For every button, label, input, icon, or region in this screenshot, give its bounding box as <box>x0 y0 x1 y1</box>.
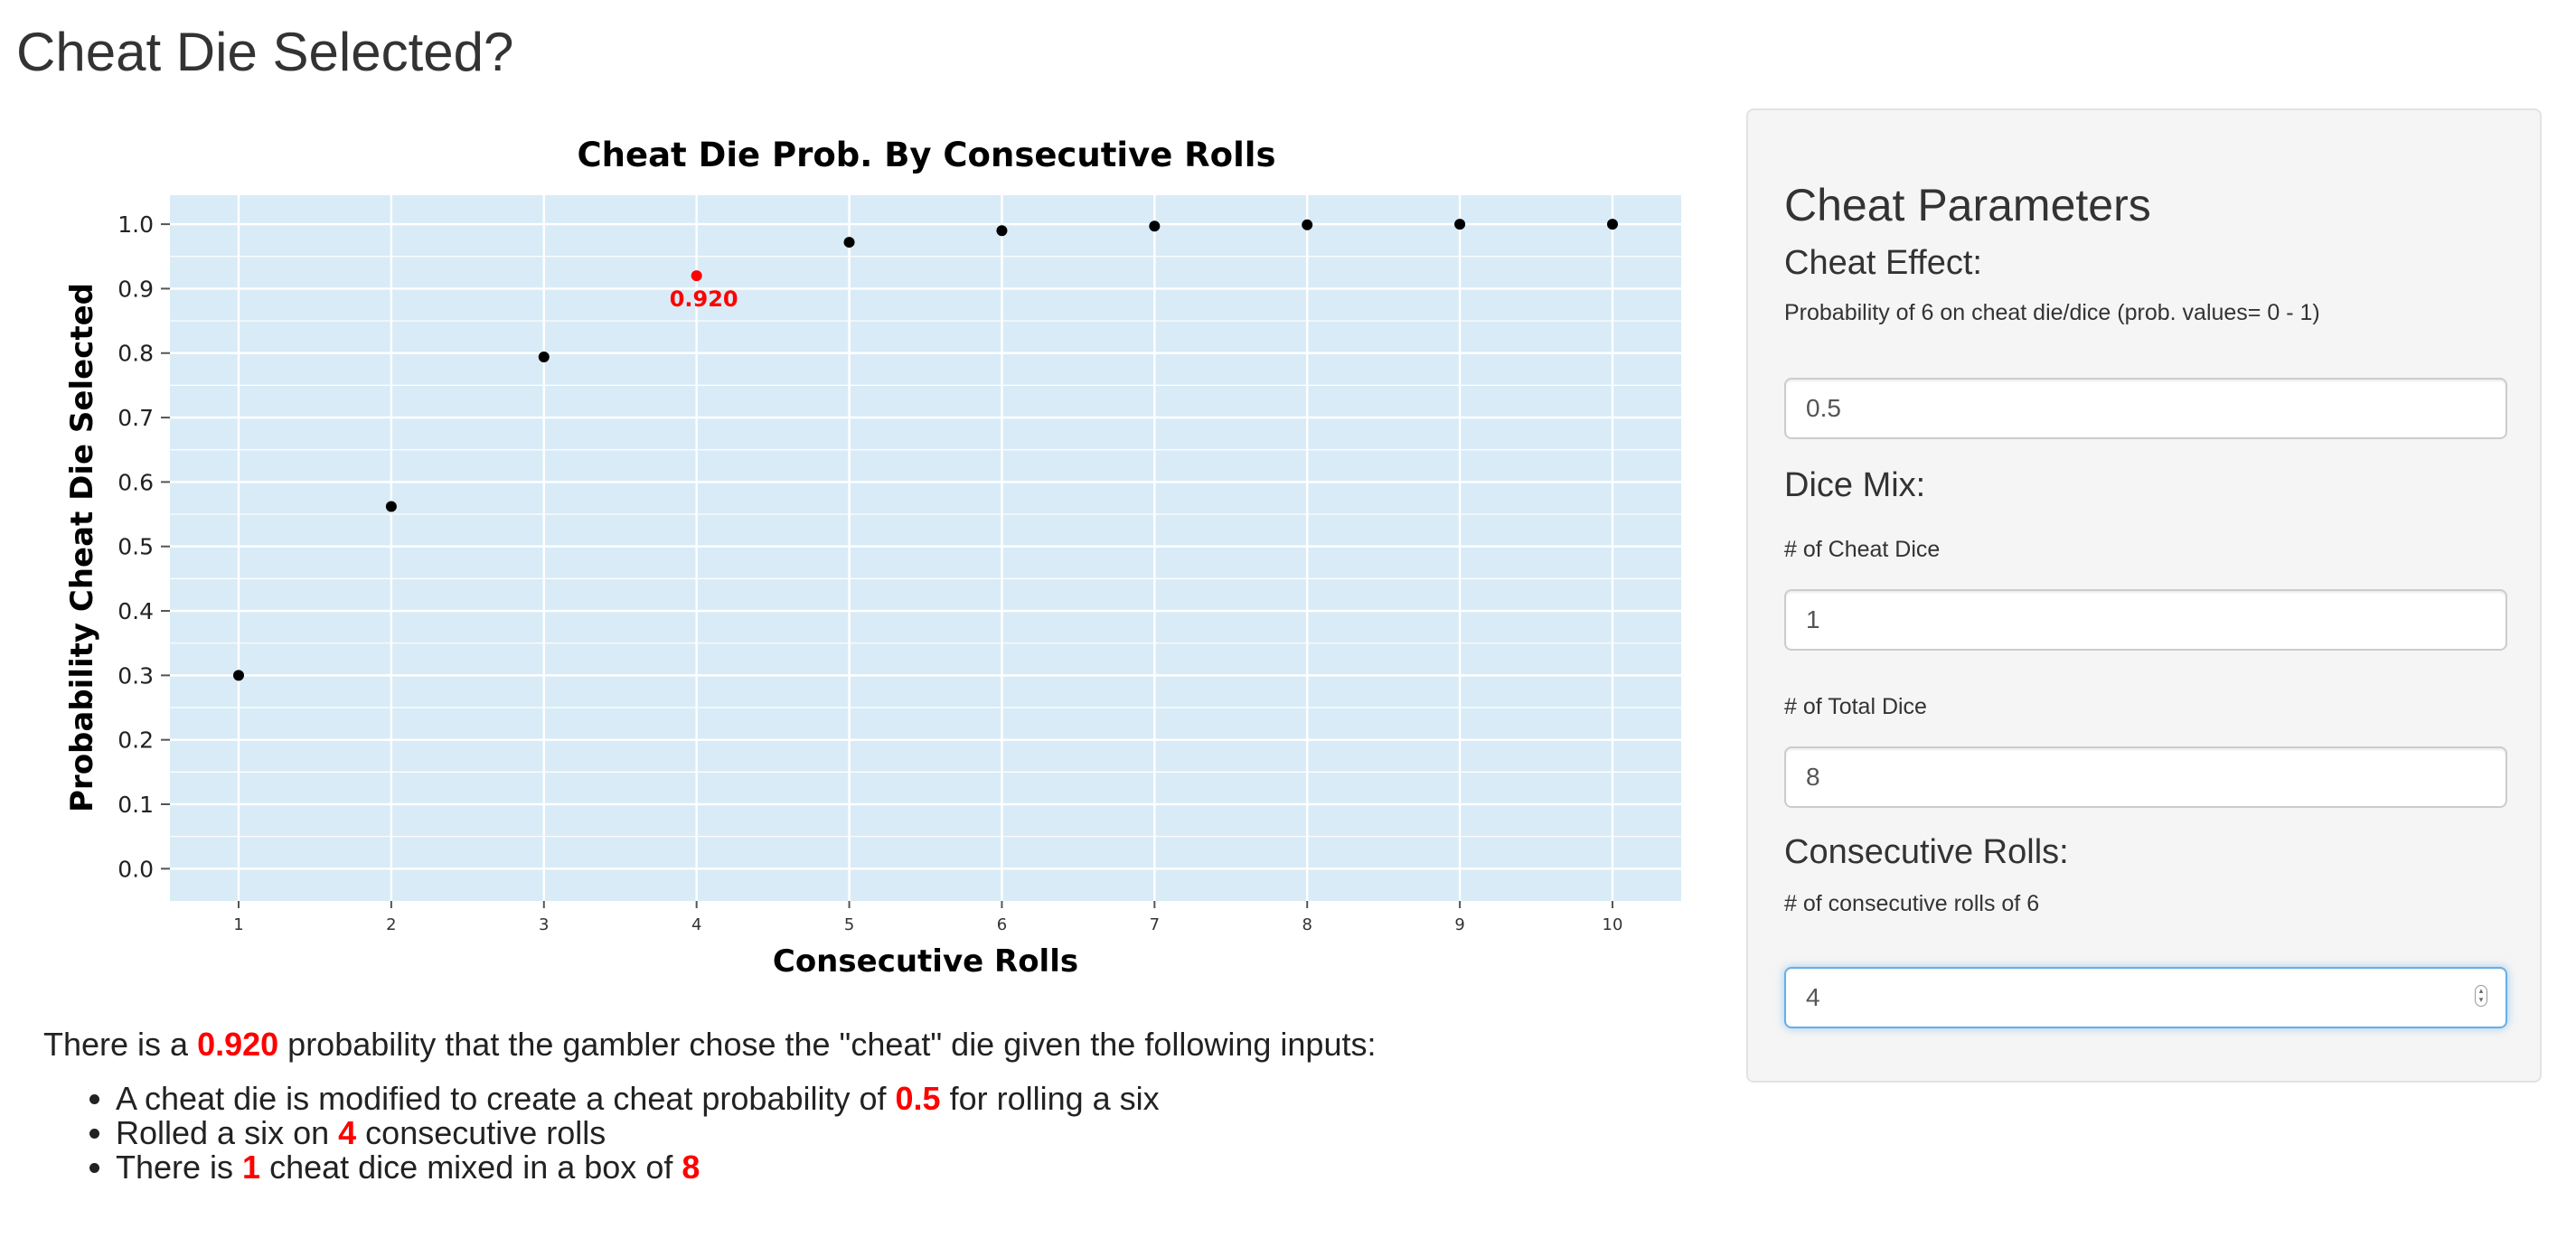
x-tick-label: 5 <box>844 915 854 934</box>
summary-cheat-dice: 1 <box>242 1149 261 1186</box>
summary-inputs-list: A cheat die is modified to create a chea… <box>43 1082 1716 1185</box>
bullet3-middle: cheat dice mixed in a box of <box>260 1149 682 1186</box>
bullet2-suffix: consecutive rolls <box>356 1114 606 1151</box>
bullet1-suffix: for rolling a six <box>940 1080 1160 1117</box>
x-tick-label: 7 <box>1150 915 1160 934</box>
data-point <box>1607 219 1618 230</box>
consecutive-rolls-heading: Consecutive Rolls: <box>1784 833 2069 871</box>
bullet2-prefix: Rolled a six on <box>116 1114 339 1151</box>
panel-title: Cheat Parameters <box>1784 180 2151 230</box>
probability-plot: Cheat Die Prob. By Consecutive Rolls 0.0… <box>0 99 1717 1003</box>
y-tick-label: 0.6 <box>118 469 154 495</box>
x-tick-label: 9 <box>1454 915 1464 934</box>
y-tick-label: 0.0 <box>118 856 154 882</box>
y-tick-label: 0.8 <box>118 341 154 367</box>
total-dice-label: # of Total Dice <box>1784 694 1927 719</box>
bullet3-prefix: There is <box>116 1149 243 1186</box>
bullet1-prefix: A cheat die is modified to create a chea… <box>116 1080 896 1117</box>
y-tick-label: 0.5 <box>118 534 154 560</box>
data-point <box>843 237 855 249</box>
x-tick-label: 1 <box>233 915 243 934</box>
y-tick-label: 0.9 <box>118 276 154 302</box>
list-item: A cheat die is modified to create a chea… <box>116 1082 1716 1116</box>
x-tick-label: 3 <box>539 915 549 934</box>
consecutive-rolls-field: ▴▾ <box>1784 967 2507 1028</box>
highlighted-data-point <box>691 270 702 282</box>
summary-cheat-prob: 0.5 <box>895 1080 941 1117</box>
list-item: Rolled a six on 4 consecutive rolls <box>116 1116 1716 1150</box>
summary-total-dice: 8 <box>682 1149 700 1186</box>
x-axis-label: Consecutive Rolls <box>773 943 1078 980</box>
data-point <box>385 501 397 512</box>
dice-mix-heading: Dice Mix: <box>1784 466 1926 504</box>
y-tick-label: 0.7 <box>118 405 154 431</box>
list-item: There is 1 cheat dice mixed in a box of … <box>116 1150 1716 1185</box>
cheat-effect-heading: Cheat Effect: <box>1784 244 1982 282</box>
plot-panel <box>170 195 1681 901</box>
summary-rolls: 4 <box>338 1114 357 1151</box>
y-axis-label: Probability Cheat Die Selected <box>64 283 100 812</box>
summary-intro-suffix: probability that the gambler chose the "… <box>278 1026 1377 1063</box>
x-tick-label: 4 <box>691 915 701 934</box>
y-tick-label: 1.0 <box>118 211 154 238</box>
cheat-dice-label: # of Cheat Dice <box>1784 537 1941 562</box>
y-tick-label: 0.3 <box>118 662 154 689</box>
y-tick-label: 0.1 <box>118 792 154 818</box>
x-tick-label: 6 <box>997 915 1007 934</box>
summary-probability: 0.920 <box>197 1026 279 1063</box>
probability-chart-svg: Cheat Die Prob. By Consecutive Rolls 0.0… <box>64 136 1681 980</box>
x-tick-label: 2 <box>386 915 396 934</box>
total-dice-input[interactable] <box>1784 746 2507 808</box>
chart-title: Cheat Die Prob. By Consecutive Rolls <box>578 136 1276 174</box>
highlight-value-label: 0.920 <box>670 286 738 312</box>
x-tick-label: 8 <box>1302 915 1312 934</box>
data-point <box>538 352 550 363</box>
data-point <box>1302 219 1313 230</box>
x-tick-label: 10 <box>1603 915 1623 934</box>
summary-intro: There is a 0.920 probability that the ga… <box>43 1026 1716 1064</box>
cheat-prob-input[interactable] <box>1784 378 2507 439</box>
y-tick-label: 0.2 <box>118 727 154 754</box>
summary-intro-prefix: There is a <box>43 1026 198 1063</box>
data-point <box>996 225 1008 237</box>
page-title: Cheat Die Selected? <box>16 22 514 82</box>
data-point <box>233 670 244 681</box>
y-axis-ticks: 0.0 0.1 0.2 0.3 0.4 0.5 0.6 0.7 0.8 0.9 1.0 <box>118 211 170 882</box>
y-tick-label: 0.4 <box>118 598 154 624</box>
data-point <box>1149 220 1161 232</box>
x-axis-ticks: 1 2 3 4 5 6 7 8 9 10 <box>233 901 1622 934</box>
data-point <box>1454 219 1466 230</box>
consecutive-rolls-label: # of consecutive rolls of 6 <box>1784 891 2040 916</box>
cheat-dice-input[interactable] <box>1784 589 2507 651</box>
result-summary: There is a 0.920 probability that the ga… <box>43 1026 1716 1185</box>
spinner-arrows-icon[interactable]: ▴ ▾ <box>2475 985 2487 1007</box>
cheat-parameters-panel: Cheat Parameters Cheat Effect: Probabili… <box>1746 108 2542 1083</box>
cheat-prob-label: Probability of 6 on cheat die/dice (prob… <box>1784 300 2320 325</box>
consecutive-rolls-input[interactable] <box>1784 967 2507 1028</box>
